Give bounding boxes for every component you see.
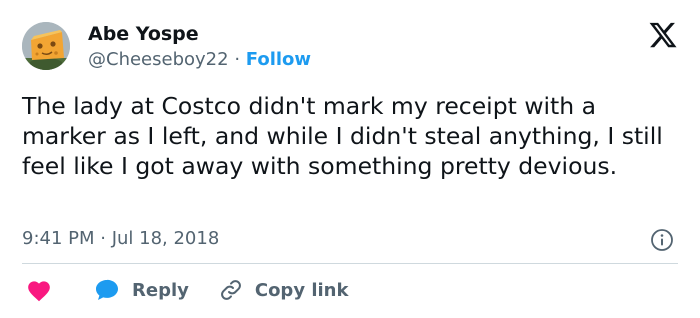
reply-label: Reply <box>132 279 189 301</box>
like-button[interactable] <box>26 278 52 302</box>
reply-button[interactable]: Reply <box>94 278 189 302</box>
reply-bubble-icon <box>96 279 118 300</box>
author-handle-row: @Cheeseboy22 · Follow <box>88 48 311 72</box>
tweet-text: The lady at Costco didn't mark my receip… <box>22 92 663 180</box>
tweet-timestamp[interactable]: 9:41 PM · Jul 18, 2018 <box>22 227 219 251</box>
copy-link-button[interactable]: Copy link <box>219 278 349 302</box>
separator-dot: · <box>234 49 241 70</box>
x-logo-icon[interactable] <box>648 20 678 50</box>
author-name[interactable]: Abe Yospe <box>88 22 199 46</box>
link-icon <box>220 280 241 300</box>
copy-link-label: Copy link <box>254 279 349 301</box>
avatar[interactable] <box>22 22 70 70</box>
follow-button[interactable]: Follow <box>246 49 311 70</box>
author-handle[interactable]: @Cheeseboy22 <box>88 49 229 70</box>
heart-icon <box>28 281 50 302</box>
divider <box>22 263 678 264</box>
action-bar: Reply Copy link <box>22 276 348 304</box>
info-icon[interactable] <box>650 228 674 252</box>
